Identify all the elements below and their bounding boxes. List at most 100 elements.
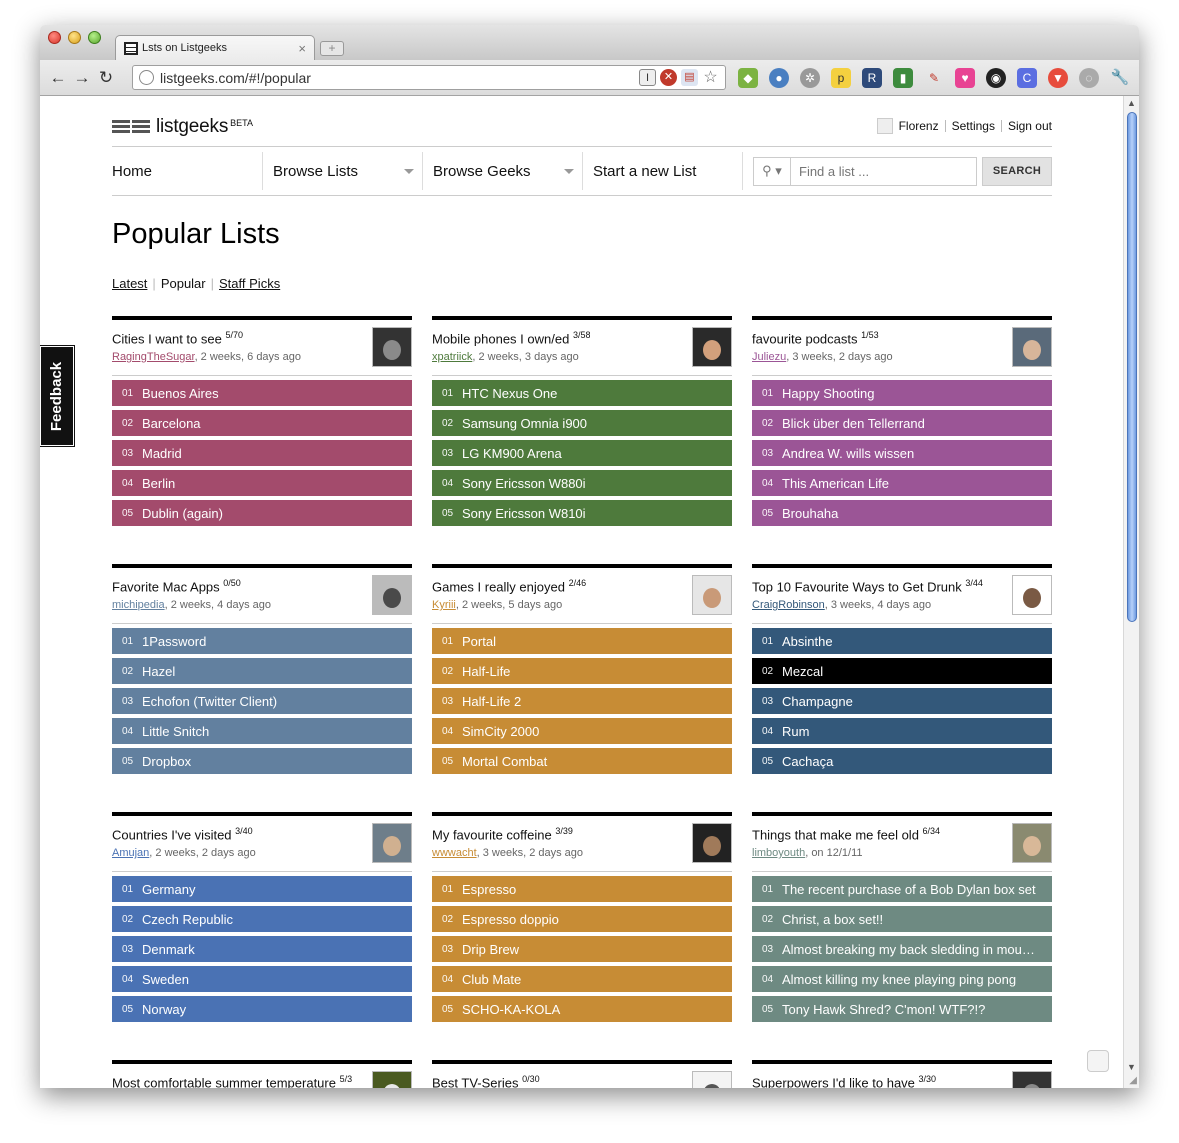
author-link[interactable]: CraigRobinson	[752, 599, 825, 611]
list-item[interactable]: 02 Half-Life	[432, 658, 732, 684]
list-title[interactable]: Superpowers I'd like to have 3/30	[752, 1074, 936, 1088]
minimize-window-button[interactable]	[68, 31, 81, 44]
list-item[interactable]: 01 Portal	[432, 628, 732, 654]
bookmark-star-icon[interactable]: ☆	[702, 69, 719, 86]
author-link[interactable]: Juliezu	[752, 351, 786, 363]
scroll-up-icon[interactable]: ▲	[1127, 98, 1136, 108]
list-item[interactable]: 01 Happy Shooting	[752, 380, 1052, 406]
instapaper-icon[interactable]: I	[639, 69, 656, 86]
list-item[interactable]: 03 Half-Life 2	[432, 688, 732, 714]
search-input[interactable]	[791, 156, 977, 186]
list-item[interactable]: 04 Sony Ericsson W880i	[432, 470, 732, 496]
new-tab-button[interactable]: +	[320, 41, 344, 56]
list-item[interactable]: 01 Absinthe	[752, 628, 1052, 654]
wrench-icon[interactable]: 🔧	[1110, 68, 1130, 88]
nav-start-list[interactable]: Start a new List	[582, 152, 742, 190]
chrome-icon[interactable]: ●	[769, 68, 789, 88]
pin-extension-icon[interactable]: ✎	[924, 68, 944, 88]
author-avatar[interactable]	[372, 823, 412, 863]
tab-latest[interactable]: Latest	[112, 276, 147, 291]
author-avatar[interactable]	[372, 575, 412, 615]
list-item[interactable]: 03 Madrid	[112, 440, 412, 466]
list-item[interactable]: 02 Mezcal	[752, 658, 1052, 684]
resize-grip-icon[interactable]: ◢	[1129, 1075, 1137, 1086]
list-item[interactable]: 04 Little Snitch	[112, 718, 412, 744]
c-extension-icon[interactable]: C	[1017, 68, 1037, 88]
list-title[interactable]: Countries I've visited 3/40	[112, 826, 253, 842]
list-item[interactable]: 04 This American Life	[752, 470, 1052, 496]
r-extension-icon[interactable]: R	[862, 68, 882, 88]
author-avatar[interactable]	[1012, 575, 1052, 615]
gear-extension-icon[interactable]: ✲	[800, 68, 820, 88]
author-link[interactable]: Kyriii	[432, 599, 456, 611]
scroll-down-icon[interactable]: ▼	[1127, 1062, 1136, 1072]
list-title[interactable]: Favorite Mac Apps 0/50	[112, 578, 241, 594]
list-title[interactable]: Top 10 Favourite Ways to Get Drunk 3/44	[752, 578, 983, 594]
list-item[interactable]: 05 Dropbox	[112, 748, 412, 774]
list-item[interactable]: 03 Denmark	[112, 936, 412, 962]
search-button[interactable]: SEARCH	[982, 156, 1052, 186]
close-window-button[interactable]	[48, 31, 61, 44]
list-item[interactable]: 03 Champagne	[752, 688, 1052, 714]
translate-icon[interactable]: ▤	[681, 69, 698, 86]
list-item[interactable]: 03 LG KM900 Arena	[432, 440, 732, 466]
list-item[interactable]: 04 Sweden	[112, 966, 412, 992]
list-item[interactable]: 01 HTC Nexus One	[432, 380, 732, 406]
author-avatar[interactable]	[372, 1071, 412, 1088]
author-avatar[interactable]	[692, 327, 732, 367]
list-item[interactable]: 03 Echofon (Twitter Client)	[112, 688, 412, 714]
list-item[interactable]: 05 SCHO-KA-KOLA	[432, 996, 732, 1022]
globe-extension-icon[interactable]: ◌	[1079, 68, 1099, 88]
list-item[interactable]: 05 Norway	[112, 996, 412, 1022]
author-link[interactable]: RagingTheSugar	[112, 351, 195, 363]
zoom-window-button[interactable]	[88, 31, 101, 44]
feedback-tab[interactable]: Feedback	[40, 346, 74, 446]
tab-staff-picks[interactable]: Staff Picks	[219, 276, 280, 291]
list-item[interactable]: 03 Andrea W. wills wissen	[752, 440, 1052, 466]
author-avatar[interactable]	[692, 823, 732, 863]
list-item[interactable]: 02 Samsung Omnia i900	[432, 410, 732, 436]
list-item[interactable]: 02 Czech Republic	[112, 906, 412, 932]
author-avatar[interactable]	[1012, 327, 1052, 367]
blocked-icon[interactable]: ✕	[660, 69, 677, 86]
author-link[interactable]: xpatriick	[432, 351, 472, 363]
list-item[interactable]: 04 Berlin	[112, 470, 412, 496]
list-title[interactable]: Most comfortable summer temperature 5/3	[112, 1074, 352, 1088]
list-item[interactable]: 01 1Password	[112, 628, 412, 654]
nav-browse-geeks[interactable]: Browse Geeks	[422, 152, 582, 190]
list-item[interactable]: 03 Almost breaking my back sledding in mo…	[752, 936, 1052, 962]
list-title[interactable]: Cities I want to see 5/70	[112, 330, 243, 346]
address-bar[interactable]: listgeeks.com/#!/popular I ✕ ▤ ☆	[132, 65, 726, 90]
sign-out-link[interactable]: Sign out	[1008, 119, 1052, 133]
download-extension-icon[interactable]: ▼	[1048, 68, 1068, 88]
list-item[interactable]: 04 Club Mate	[432, 966, 732, 992]
tab-popular[interactable]: Popular	[161, 276, 206, 291]
list-title[interactable]: Best TV-Series 0/30	[432, 1074, 540, 1088]
list-item[interactable]: 01 Germany	[112, 876, 412, 902]
list-item[interactable]: 05 Brouhaha	[752, 500, 1052, 526]
list-item[interactable]: 04 SimCity 2000	[432, 718, 732, 744]
site-logo[interactable]: listgeeks BETA	[112, 116, 253, 138]
p-extension-icon[interactable]: p	[831, 68, 851, 88]
list-item[interactable]: 04 Rum	[752, 718, 1052, 744]
reload-icon[interactable]: ↻	[94, 68, 118, 88]
list-item[interactable]: 04 Almost killing my knee playing ping po…	[752, 966, 1052, 992]
floating-widget-icon[interactable]	[1087, 1050, 1109, 1072]
list-item[interactable]: 05 Tony Hawk Shred? C'mon! WTF?!?	[752, 996, 1052, 1022]
list-title[interactable]: favourite podcasts 1/53	[752, 330, 879, 346]
tab-close-icon[interactable]: ×	[298, 41, 306, 56]
list-item[interactable]: 05 Cachaça	[752, 748, 1052, 774]
list-title[interactable]: Games I really enjoyed 2/46	[432, 578, 586, 594]
browser-tab[interactable]: Lsts on Listgeeks ×	[115, 35, 315, 60]
list-item[interactable]: 01 The recent purchase of a Bob Dylan box…	[752, 876, 1052, 902]
author-link[interactable]: limboyouth	[752, 847, 805, 859]
list-item[interactable]: 02 Blick über den Tellerrand	[752, 410, 1052, 436]
user-avatar[interactable]	[876, 118, 893, 134]
author-link[interactable]: wwwacht	[432, 847, 477, 859]
forward-icon[interactable]: →	[70, 68, 94, 88]
heart-extension-icon[interactable]: ♥	[955, 68, 975, 88]
list-item[interactable]: 01 Espresso	[432, 876, 732, 902]
list-item[interactable]: 01 Buenos Aires	[112, 380, 412, 406]
list-title[interactable]: My favourite coffeine 3/39	[432, 826, 573, 842]
author-avatar[interactable]	[1012, 823, 1052, 863]
